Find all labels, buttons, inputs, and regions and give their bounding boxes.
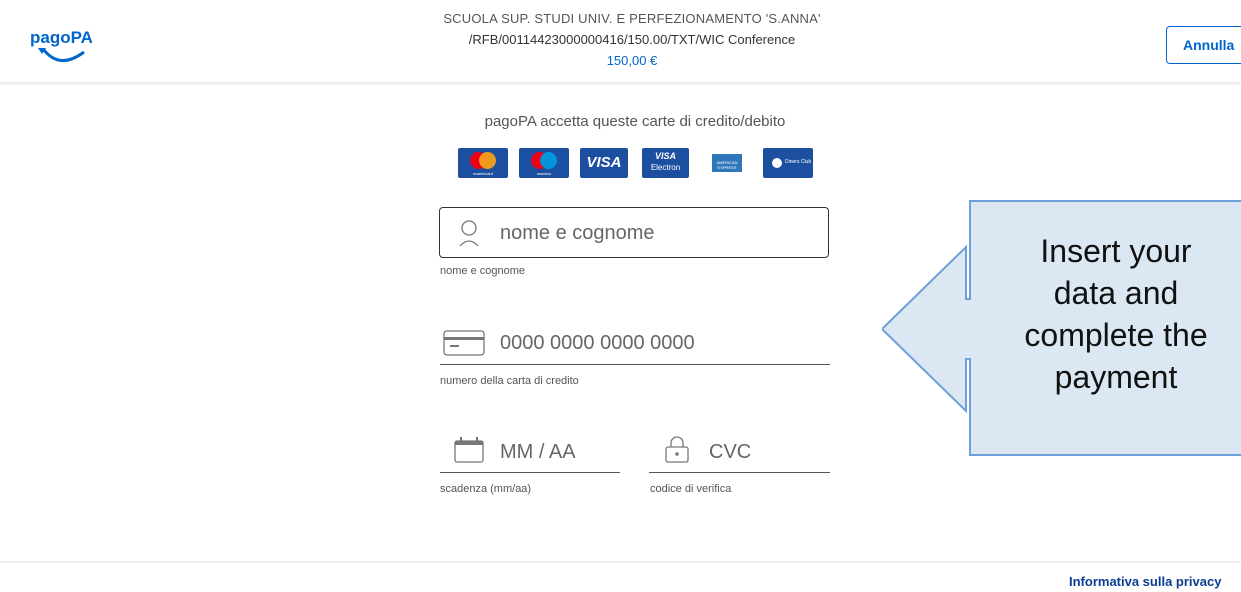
user-icon	[456, 219, 482, 252]
callout-line: payment	[1054, 359, 1178, 395]
expiry-underline	[440, 472, 620, 473]
card-number-input[interactable]	[500, 328, 820, 358]
visa-logo: VISA	[580, 148, 628, 178]
cvc-underline	[649, 472, 830, 473]
payment-summary: SCUOLA SUP. STUDI UNIV. E PERFEZIONAMENT…	[400, 8, 864, 71]
payment-amount: 150,00 €	[606, 53, 658, 68]
privacy-policy-link[interactable]: Informativa sulla privacy	[1069, 574, 1221, 589]
callout-line: complete the	[1024, 317, 1208, 353]
card-number-underline	[440, 364, 830, 365]
cvc-help-text: codice di verifica	[650, 483, 732, 495]
recipient-name: SCUOLA SUP. STUDI UNIV. E PERFEZIONAMENT…	[443, 11, 821, 26]
callout-line: data and	[1053, 275, 1179, 311]
svg-text:pagoPA: pagoPA	[30, 28, 92, 47]
expiry-input[interactable]	[500, 437, 615, 467]
callout-line: Insert your	[1040, 233, 1192, 269]
pagopa-logo-mark: pagoPA	[30, 28, 93, 62]
credit-card-icon	[443, 330, 485, 361]
lock-icon	[664, 435, 690, 468]
footer-divider	[0, 561, 1241, 563]
name-input[interactable]	[500, 218, 810, 248]
american-express-logo: AMERICAN EXPRESS	[700, 148, 754, 178]
cvc-input[interactable]	[709, 437, 819, 467]
accepted-cards-heading: pagoPA accetta queste carte di credito/d…	[484, 113, 786, 130]
diners-club-logo: Diners Club	[763, 148, 813, 178]
cancel-button[interactable]: Annulla	[1166, 26, 1241, 64]
visa-electron-logo: VISA Electron	[642, 148, 689, 178]
mastercard-logo: mastercard	[458, 148, 508, 178]
card-number-help-text: numero della carta di credito	[440, 375, 579, 387]
maestro-logo: maestro	[519, 148, 569, 178]
callout-text: Insert your data and complete the paymen…	[966, 230, 1241, 398]
pagopa-logo[interactable]: pagoPA	[30, 24, 93, 70]
name-help-text: nome e cognome	[440, 265, 525, 277]
calendar-icon	[454, 437, 484, 468]
payment-reference: /RFB/00114423000000416/150.00/TXT/WIC Co…	[468, 32, 796, 47]
page-header: pagoPA SCUOLA SUP. STUDI UNIV. E PERFEZI…	[0, 0, 1241, 82]
expiry-help-text: scadenza (mm/aa)	[440, 483, 532, 495]
